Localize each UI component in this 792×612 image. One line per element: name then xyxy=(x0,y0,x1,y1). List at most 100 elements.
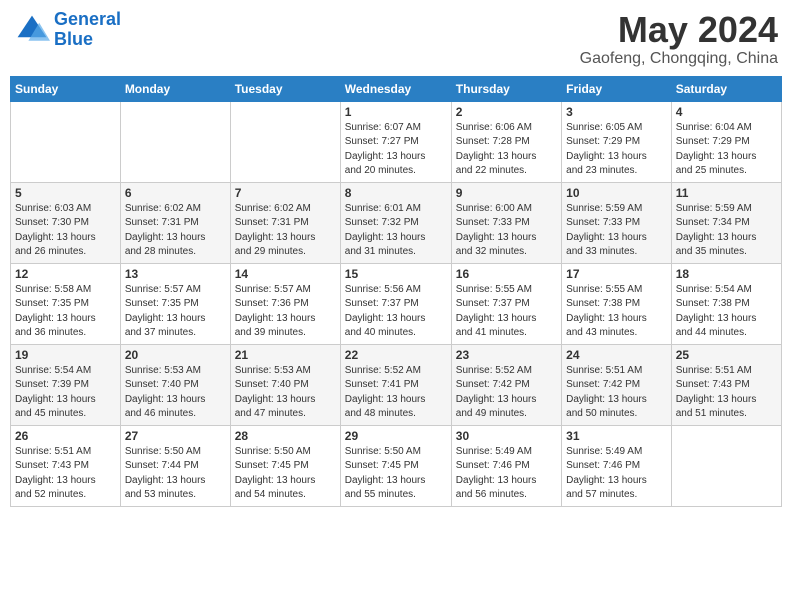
week-row-1: 1 Sunrise: 6:07 AM Sunset: 7:27 PM Daylig… xyxy=(11,101,782,182)
day-info: Sunrise: 5:49 AM Sunset: 7:46 PM Dayligh… xyxy=(456,445,557,503)
day-info: Sunrise: 5:49 AM Sunset: 7:46 PM Dayligh… xyxy=(566,445,667,503)
day-number: 26 xyxy=(15,429,116,443)
day-info: Sunrise: 5:57 AM Sunset: 7:35 PM Dayligh… xyxy=(125,283,226,341)
calendar-cell xyxy=(11,101,121,182)
day-header-friday: Friday xyxy=(562,76,672,101)
day-info: Sunrise: 6:03 AM Sunset: 7:30 PM Dayligh… xyxy=(15,202,116,260)
day-info: Sunrise: 5:55 AM Sunset: 7:37 PM Dayligh… xyxy=(456,283,557,341)
day-info: Sunrise: 5:50 AM Sunset: 7:45 PM Dayligh… xyxy=(235,445,336,503)
day-info: Sunrise: 5:59 AM Sunset: 7:34 PM Dayligh… xyxy=(676,202,777,260)
day-info: Sunrise: 5:51 AM Sunset: 7:43 PM Dayligh… xyxy=(15,445,116,503)
logo-line1: General xyxy=(54,9,121,29)
day-info: Sunrise: 6:02 AM Sunset: 7:31 PM Dayligh… xyxy=(235,202,336,260)
day-number: 20 xyxy=(125,348,226,362)
month-year: May 2024 xyxy=(580,10,778,50)
day-info: Sunrise: 5:52 AM Sunset: 7:42 PM Dayligh… xyxy=(456,364,557,422)
calendar-cell: 22 Sunrise: 5:52 AM Sunset: 7:41 PM Dayli… xyxy=(340,344,451,425)
week-row-3: 12 Sunrise: 5:58 AM Sunset: 7:35 PM Dayli… xyxy=(11,263,782,344)
calendar-cell: 29 Sunrise: 5:50 AM Sunset: 7:45 PM Dayli… xyxy=(340,425,451,506)
day-number: 16 xyxy=(456,267,557,281)
calendar-cell: 27Sunrise: 5:50 AM Sunset: 7:44 PM Dayli… xyxy=(120,425,230,506)
calendar-cell: 28 Sunrise: 5:50 AM Sunset: 7:45 PM Dayli… xyxy=(230,425,340,506)
calendar-cell: 31 Sunrise: 5:49 AM Sunset: 7:46 PM Dayli… xyxy=(562,425,672,506)
calendar-cell: 3 Sunrise: 6:05 AM Sunset: 7:29 PM Daylig… xyxy=(562,101,672,182)
calendar-cell: 15 Sunrise: 5:56 AM Sunset: 7:37 PM Dayli… xyxy=(340,263,451,344)
day-number: 29 xyxy=(345,429,447,443)
day-header-wednesday: Wednesday xyxy=(340,76,451,101)
day-info: Sunrise: 5:51 AM Sunset: 7:43 PM Dayligh… xyxy=(676,364,777,422)
day-number: 30 xyxy=(456,429,557,443)
calendar-cell: 17 Sunrise: 5:55 AM Sunset: 7:38 PM Dayli… xyxy=(562,263,672,344)
calendar-cell: 14 Sunrise: 5:57 AM Sunset: 7:36 PM Dayli… xyxy=(230,263,340,344)
day-info: Sunrise: 6:07 AM Sunset: 7:27 PM Dayligh… xyxy=(345,121,447,179)
calendar-cell: 26 Sunrise: 5:51 AM Sunset: 7:43 PM Dayli… xyxy=(11,425,121,506)
calendar-cell: 4 Sunrise: 6:04 AM Sunset: 7:29 PM Daylig… xyxy=(671,101,781,182)
calendar-table: SundayMondayTuesdayWednesdayThursdayFrid… xyxy=(10,76,782,507)
day-header-saturday: Saturday xyxy=(671,76,781,101)
day-number: 19 xyxy=(15,348,116,362)
day-info: Sunrise: 5:57 AM Sunset: 7:36 PM Dayligh… xyxy=(235,283,336,341)
day-number: 28 xyxy=(235,429,336,443)
calendar-cell: 20 Sunrise: 5:53 AM Sunset: 7:40 PM Dayli… xyxy=(120,344,230,425)
week-row-2: 5 Sunrise: 6:03 AM Sunset: 7:30 PM Daylig… xyxy=(11,182,782,263)
day-number: 14 xyxy=(235,267,336,281)
day-info: Sunrise: 5:55 AM Sunset: 7:38 PM Dayligh… xyxy=(566,283,667,341)
title-block: May 2024 Gaofeng, Chongqing, China xyxy=(580,10,778,68)
day-info: Sunrise: 6:06 AM Sunset: 7:28 PM Dayligh… xyxy=(456,121,557,179)
day-number: 22 xyxy=(345,348,447,362)
calendar-cell: 6 Sunrise: 6:02 AM Sunset: 7:31 PM Daylig… xyxy=(120,182,230,263)
day-info: Sunrise: 5:56 AM Sunset: 7:37 PM Dayligh… xyxy=(345,283,447,341)
day-number: 12 xyxy=(15,267,116,281)
day-info: Sunrise: 5:54 AM Sunset: 7:39 PM Dayligh… xyxy=(15,364,116,422)
day-number: 5 xyxy=(15,186,116,200)
calendar-cell xyxy=(120,101,230,182)
day-number: 7 xyxy=(235,186,336,200)
page-header: General Blue May 2024 Gaofeng, Chongqing… xyxy=(10,10,782,68)
day-info: Sunrise: 5:50 AM Sunset: 7:44 PM Dayligh… xyxy=(125,445,226,503)
calendar-cell: 7 Sunrise: 6:02 AM Sunset: 7:31 PM Daylig… xyxy=(230,182,340,263)
location: Gaofeng, Chongqing, China xyxy=(580,50,778,68)
day-number: 3 xyxy=(566,105,667,119)
day-info: Sunrise: 5:53 AM Sunset: 7:40 PM Dayligh… xyxy=(235,364,336,422)
calendar-cell: 11 Sunrise: 5:59 AM Sunset: 7:34 PM Dayli… xyxy=(671,182,781,263)
calendar-cell: 8Sunrise: 6:01 AM Sunset: 7:32 PM Daylig… xyxy=(340,182,451,263)
day-number: 2 xyxy=(456,105,557,119)
day-number: 1 xyxy=(345,105,447,119)
calendar-cell: 25 Sunrise: 5:51 AM Sunset: 7:43 PM Dayli… xyxy=(671,344,781,425)
day-info: Sunrise: 5:52 AM Sunset: 7:41 PM Dayligh… xyxy=(345,364,447,422)
day-number: 31 xyxy=(566,429,667,443)
day-number: 10 xyxy=(566,186,667,200)
calendar-cell: 23 Sunrise: 5:52 AM Sunset: 7:42 PM Dayli… xyxy=(451,344,561,425)
day-info: Sunrise: 5:51 AM Sunset: 7:42 PM Dayligh… xyxy=(566,364,667,422)
day-info: Sunrise: 6:02 AM Sunset: 7:31 PM Dayligh… xyxy=(125,202,226,260)
logo-text: General Blue xyxy=(54,10,121,50)
day-number: 24 xyxy=(566,348,667,362)
day-number: 8 xyxy=(345,186,447,200)
day-info: Sunrise: 5:58 AM Sunset: 7:35 PM Dayligh… xyxy=(15,283,116,341)
logo-icon xyxy=(14,12,50,48)
day-number: 23 xyxy=(456,348,557,362)
day-header-monday: Monday xyxy=(120,76,230,101)
calendar-cell: 24 Sunrise: 5:51 AM Sunset: 7:42 PM Dayli… xyxy=(562,344,672,425)
day-number: 17 xyxy=(566,267,667,281)
calendar-cell: 10Sunrise: 5:59 AM Sunset: 7:33 PM Dayli… xyxy=(562,182,672,263)
day-number: 15 xyxy=(345,267,447,281)
day-number: 18 xyxy=(676,267,777,281)
day-number: 4 xyxy=(676,105,777,119)
day-info: Sunrise: 5:50 AM Sunset: 7:45 PM Dayligh… xyxy=(345,445,447,503)
calendar-cell: 9Sunrise: 6:00 AM Sunset: 7:33 PM Daylig… xyxy=(451,182,561,263)
day-number: 6 xyxy=(125,186,226,200)
day-number: 9 xyxy=(456,186,557,200)
day-info: Sunrise: 6:04 AM Sunset: 7:29 PM Dayligh… xyxy=(676,121,777,179)
day-number: 11 xyxy=(676,186,777,200)
day-header-sunday: Sunday xyxy=(11,76,121,101)
calendar-cell: 30 Sunrise: 5:49 AM Sunset: 7:46 PM Dayli… xyxy=(451,425,561,506)
calendar-cell: 13Sunrise: 5:57 AM Sunset: 7:35 PM Dayli… xyxy=(120,263,230,344)
calendar-cell: 5 Sunrise: 6:03 AM Sunset: 7:30 PM Daylig… xyxy=(11,182,121,263)
day-number: 25 xyxy=(676,348,777,362)
calendar-cell xyxy=(671,425,781,506)
calendar-cell: 21Sunrise: 5:53 AM Sunset: 7:40 PM Dayli… xyxy=(230,344,340,425)
day-info: Sunrise: 6:05 AM Sunset: 7:29 PM Dayligh… xyxy=(566,121,667,179)
day-header-tuesday: Tuesday xyxy=(230,76,340,101)
day-info: Sunrise: 5:53 AM Sunset: 7:40 PM Dayligh… xyxy=(125,364,226,422)
